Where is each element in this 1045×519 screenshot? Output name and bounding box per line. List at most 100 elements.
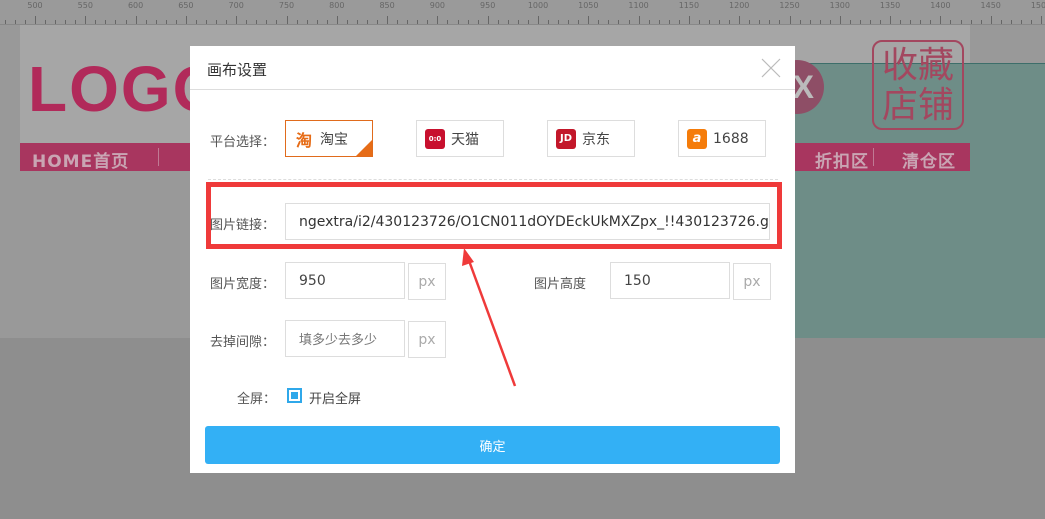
ruler-label: 950 — [480, 1, 496, 10]
ruler-label: 1100 — [628, 1, 649, 10]
nav-clearance: 清仓区 — [902, 152, 956, 172]
ruler-tick — [588, 16, 590, 24]
ruler-tick — [568, 20, 570, 24]
ruler-tick — [236, 16, 238, 24]
ruler-tick — [125, 20, 127, 24]
alibaba-icon: a — [687, 128, 707, 149]
ruler-label: 850 — [379, 1, 395, 10]
ruler-tick — [65, 20, 67, 24]
ruler-label: 1250 — [779, 1, 800, 10]
ruler-label: 1050 — [578, 1, 599, 10]
platform-jd[interactable]: JD 京东 — [547, 120, 635, 157]
divider — [208, 179, 778, 180]
ruler-tick — [769, 20, 771, 24]
ruler-tick — [477, 20, 479, 24]
ruler-tick — [658, 20, 660, 24]
height-label: 图片高度 — [534, 277, 587, 292]
ruler-tick — [779, 20, 781, 24]
platform-tmall[interactable]: 0:0 天猫 — [416, 120, 504, 157]
gap-unit: px — [408, 321, 446, 358]
ruler-tick — [306, 20, 308, 24]
ruler-tick — [135, 16, 137, 24]
ruler-tick — [558, 20, 560, 24]
ruler-tick — [930, 20, 932, 24]
platform-1688[interactable]: a 1688 — [678, 120, 766, 157]
ruler-tick — [960, 20, 962, 24]
ruler-tick — [900, 20, 902, 24]
ruler-tick — [24, 20, 26, 24]
ruler-tick — [759, 20, 761, 24]
ruler-tick — [75, 20, 77, 24]
ruler-tick — [387, 16, 389, 24]
ruler-tick — [608, 20, 610, 24]
ruler-tick — [45, 20, 47, 24]
ruler-tick — [206, 20, 208, 24]
ruler-tick — [688, 16, 690, 24]
height-unit: px — [733, 263, 771, 300]
width-input[interactable]: 950 — [285, 262, 405, 299]
ruler-tick — [165, 20, 167, 24]
ruler-label: 900 — [429, 1, 446, 10]
ruler-tick — [155, 20, 157, 24]
ruler-tick — [397, 20, 399, 24]
confirm-button[interactable]: 确定 — [205, 426, 780, 464]
image-link-label: 图片链接： — [210, 218, 276, 233]
ruler-tick — [548, 20, 550, 24]
ruler-tick — [286, 16, 288, 24]
ruler-tick — [970, 20, 972, 24]
ruler-tick — [729, 20, 731, 24]
ruler-label: 800 — [329, 1, 345, 10]
favorite-shop-stamp: 收藏 店铺 — [872, 40, 964, 130]
ruler-tick — [890, 16, 892, 24]
width-label: 图片宽度： — [210, 277, 276, 292]
ruler-tick — [829, 20, 831, 24]
nav-discount: 折扣区 — [815, 152, 869, 172]
platform-taobao[interactable]: 淘淘宝 — [285, 120, 373, 157]
ruler-tick — [14, 20, 16, 24]
ruler-tick — [1020, 20, 1022, 24]
ruler-label: 1450 — [980, 1, 1001, 10]
fullscreen-checkbox[interactable] — [287, 388, 302, 403]
ruler-tick — [980, 20, 982, 24]
taobao-icon: 淘 — [295, 130, 312, 150]
ruler-tick — [356, 20, 358, 24]
ruler-tick — [1000, 20, 1002, 24]
ruler-tick — [497, 20, 499, 24]
platform-name: 天猫 — [451, 131, 479, 148]
nav-separator — [158, 148, 159, 166]
ruler-tick — [869, 20, 871, 24]
ruler-tick — [226, 20, 228, 24]
jd-icon: JD — [556, 128, 576, 149]
ruler-tick — [950, 20, 952, 24]
ruler-tick — [246, 20, 248, 24]
canvas-settings-dialog: 画布设置 平台选择： 淘淘宝 0:0 天猫 JD 京东 a 1688 图片链接： ng… — [190, 46, 795, 473]
ruler-tick — [668, 20, 670, 24]
ruler-tick — [296, 20, 298, 24]
horizontal-ruler: 500 550 600 650 700 750 800 850 900 950 1000 1050 11… — [0, 0, 1045, 25]
ruler-tick — [719, 20, 721, 24]
ruler-tick — [638, 16, 640, 24]
ruler-tick — [467, 20, 469, 24]
ruler-label: 1350 — [879, 1, 901, 10]
ruler-tick — [276, 20, 278, 24]
ruler-tick — [377, 20, 379, 24]
ruler-label: 500 — [27, 1, 43, 10]
ruler-tick — [195, 20, 197, 24]
fullscreen-option[interactable]: 开启全屏 — [309, 388, 361, 407]
ruler-tick — [819, 20, 821, 24]
ruler-tick — [266, 20, 268, 24]
ruler-tick — [1041, 16, 1042, 24]
ruler-tick — [859, 20, 861, 24]
ruler-label: 750 — [278, 1, 295, 10]
gap-input[interactable]: 填多少去多少 — [285, 320, 405, 357]
image-link-input[interactable]: ngextra/i2/430123726/O1CN011dOYDEckUkMXZ… — [285, 203, 770, 240]
ruler-label: 700 — [228, 1, 244, 10]
ruler-tick — [326, 20, 328, 24]
height-input[interactable]: 150 — [610, 262, 730, 299]
ruler-tick — [437, 16, 439, 24]
ruler-tick — [648, 20, 650, 24]
close-icon[interactable] — [761, 58, 781, 78]
ruler-tick — [447, 20, 449, 24]
checkbox-check-icon — [291, 392, 298, 399]
ruler-tick — [1030, 20, 1032, 24]
